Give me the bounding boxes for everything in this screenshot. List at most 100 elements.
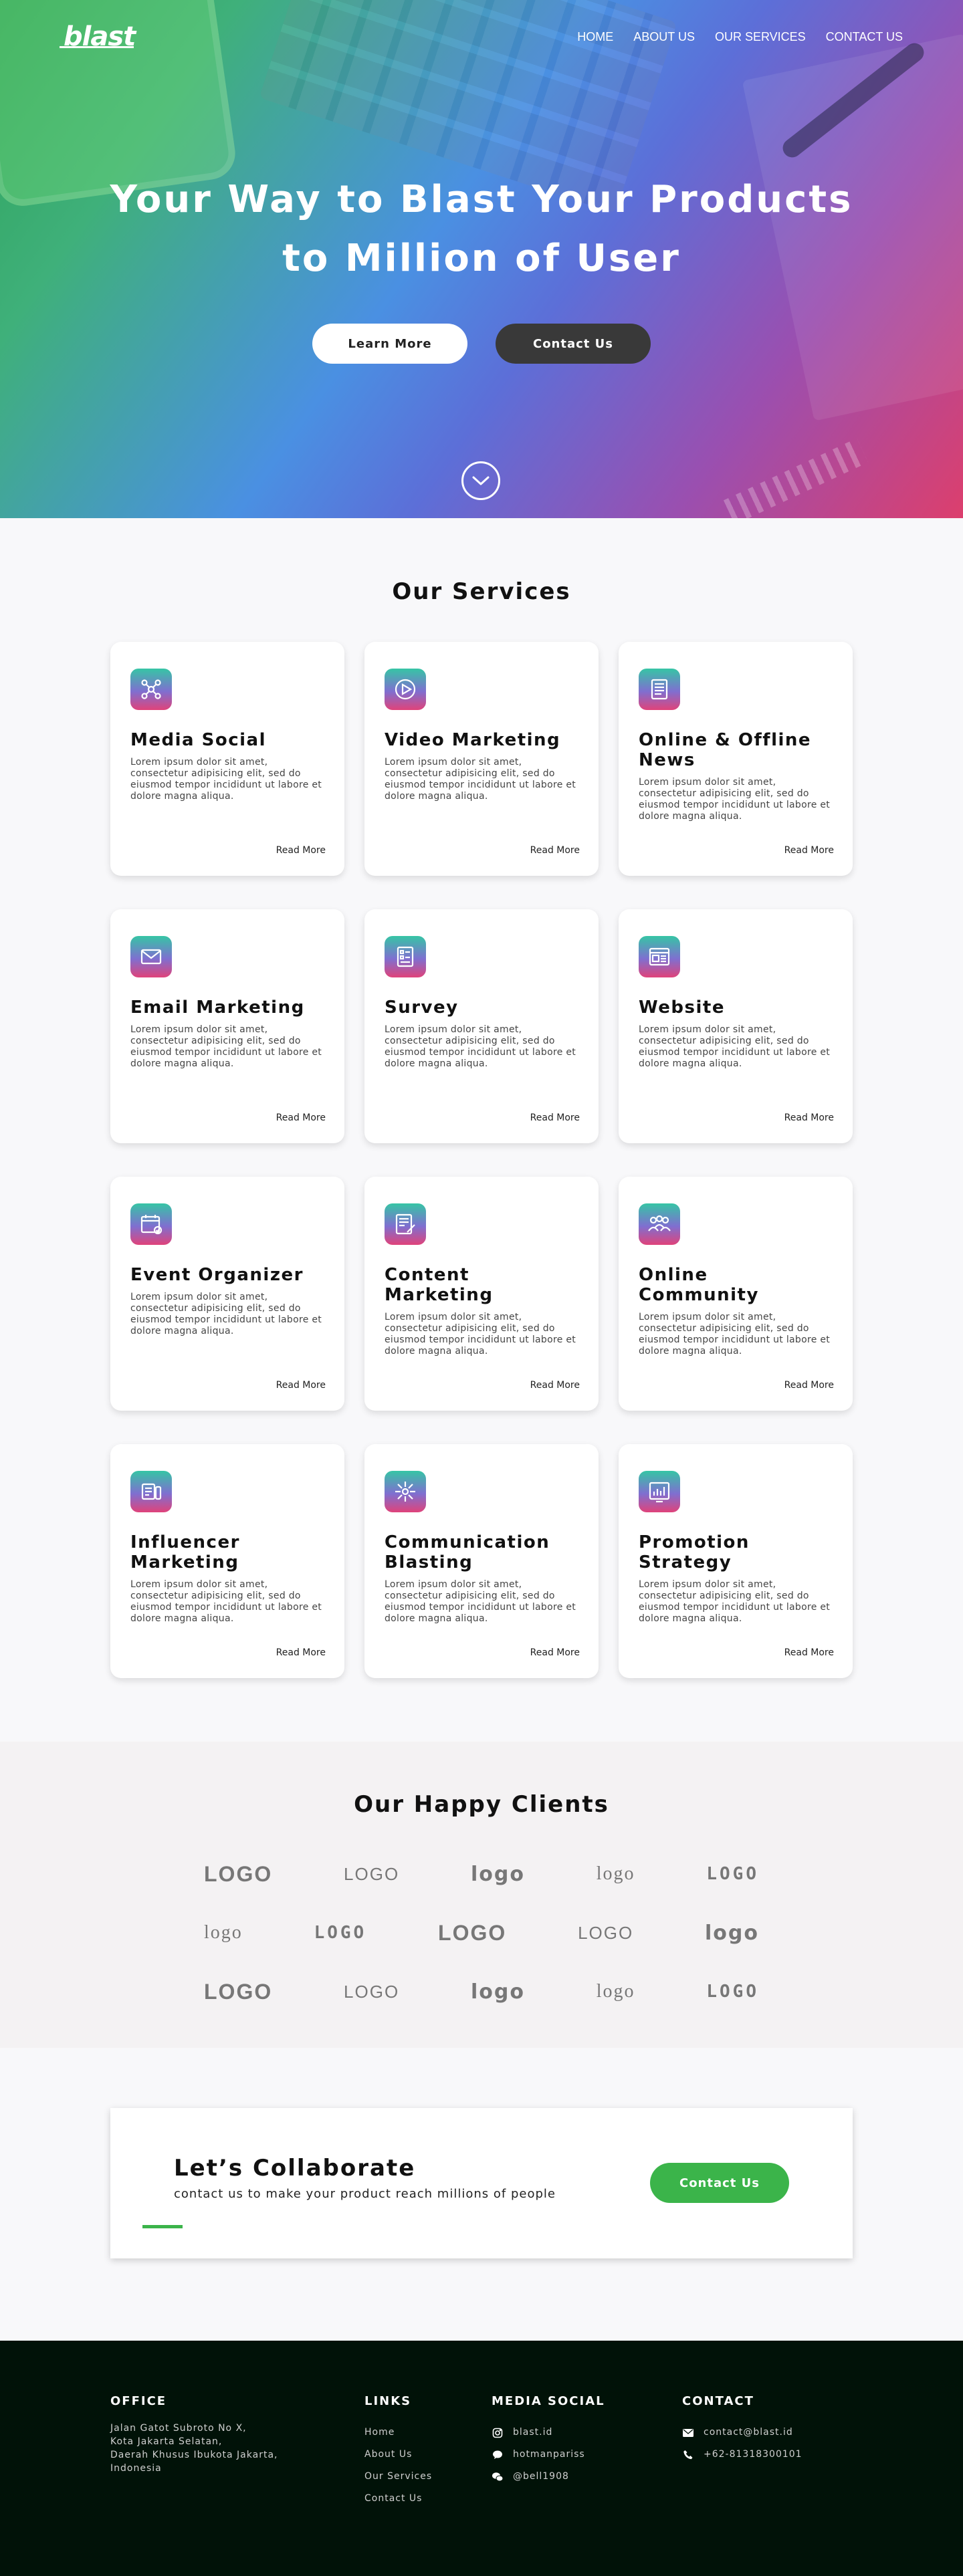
footer-heading: OFFICE	[110, 2394, 167, 2408]
service-title: Survey	[385, 998, 459, 1018]
read-more-link[interactable]: Read More	[530, 1647, 580, 1658]
footer-link-our-services[interactable]: Our Services	[364, 2466, 432, 2488]
nav-menu: HOME ABOUT US OUR SERVICES CONTACT US	[577, 30, 903, 44]
services-grid: Media Social Lorem ipsum dolor sit amet,…	[110, 642, 853, 1678]
survey-form-icon	[385, 936, 426, 977]
service-description: Lorem ipsum dolor sit amet, consectetur …	[639, 777, 831, 822]
service-description: Lorem ipsum dolor sit amet, consectetur …	[639, 1579, 831, 1624]
service-card-survey[interactable]: Survey Lorem ipsum dolor sit amet, conse…	[364, 909, 599, 1143]
hero-title: Your Way to Blast Your Products to Milli…	[0, 170, 963, 288]
address-line: Daerah Khusus Ibukota Jakarta,	[110, 2450, 278, 2460]
read-more-link[interactable]: Read More	[784, 845, 834, 856]
read-more-link[interactable]: Read More	[276, 1113, 326, 1123]
accent-divider	[142, 2225, 183, 2228]
service-card-website[interactable]: Website Lorem ipsum dolor sit amet, cons…	[619, 909, 853, 1143]
news-icon	[639, 669, 680, 710]
social-item-instagram[interactable]: blast.id	[492, 2422, 605, 2444]
clients-title: Our Happy Clients	[354, 1791, 609, 1818]
client-logo: logo	[596, 1981, 635, 2002]
service-card-video-marketing[interactable]: Video Marketing Lorem ipsum dolor sit am…	[364, 642, 599, 876]
client-logo: logo	[705, 1921, 759, 1945]
services-section: Our Services Media Social Lorem ipsum do…	[0, 518, 963, 1742]
learn-more-button[interactable]: Learn More	[312, 324, 467, 364]
service-description: Lorem ipsum dolor sit amet, consectetur …	[130, 1292, 322, 1336]
contact-us-button[interactable]: Contact Us	[496, 324, 651, 364]
mail-icon	[682, 2427, 694, 2439]
contact-email-text: contact@blast.id	[704, 2427, 793, 2438]
read-more-link[interactable]: Read More	[530, 1380, 580, 1391]
client-logos: LOGO LOGO logo logo LOGO logo LOGO LOGO …	[204, 1845, 759, 2021]
services-title: Our Services	[392, 578, 571, 605]
service-card-communication-blasting[interactable]: Communication Blasting Lorem ipsum dolor…	[364, 1444, 599, 1678]
service-title: Online & Offline News	[639, 730, 812, 770]
clients-section: Our Happy Clients LOGO LOGO logo logo LO…	[0, 1742, 963, 2048]
footer-link-home[interactable]: Home	[364, 2422, 432, 2444]
nav-item-about-us[interactable]: ABOUT US	[633, 30, 695, 44]
service-description: Lorem ipsum dolor sit amet, consectetur …	[385, 1024, 576, 1069]
chart-board-icon	[639, 1471, 680, 1512]
address-line: Indonesia	[110, 2463, 162, 2474]
read-more-link[interactable]: Read More	[530, 1113, 580, 1123]
service-title: Video Marketing	[385, 730, 561, 750]
read-more-link[interactable]: Read More	[784, 1380, 834, 1391]
service-description: Lorem ipsum dolor sit amet, consectetur …	[639, 1024, 831, 1069]
read-more-link[interactable]: Read More	[276, 845, 326, 856]
footer-contact: CONTACT contact@blast.id +62-81318300101	[682, 2394, 802, 2466]
nav-item-our-services[interactable]: OUR SERVICES	[715, 30, 806, 44]
collaborate-section: Let’s Collaborate contact us to make you…	[0, 2048, 963, 2341]
social-handle: @bell1908	[513, 2471, 569, 2482]
social-item-wechat[interactable]: @bell1908	[492, 2466, 605, 2488]
contact-email[interactable]: contact@blast.id	[682, 2422, 802, 2444]
service-title: Communication Blasting	[385, 1532, 550, 1572]
collaborate-contact-button[interactable]: Contact Us	[650, 2163, 789, 2203]
read-more-link[interactable]: Read More	[784, 1647, 834, 1658]
client-logo: LOGO	[706, 1864, 759, 1884]
service-card-online-community[interactable]: Online Community Lorem ipsum dolor sit a…	[619, 1177, 853, 1411]
client-logo: LOGO	[344, 1863, 400, 1884]
service-card-promotion-strategy[interactable]: Promotion Strategy Lorem ipsum dolor sit…	[619, 1444, 853, 1678]
read-more-link[interactable]: Read More	[530, 845, 580, 856]
service-title: Event Organizer	[130, 1265, 304, 1285]
contact-phone-text: +62-81318300101	[704, 2449, 802, 2460]
service-description: Lorem ipsum dolor sit amet, consectetur …	[130, 757, 322, 802]
wechat-icon	[492, 2471, 504, 2483]
service-card-event-organizer[interactable]: Event Organizer Lorem ipsum dolor sit am…	[110, 1177, 344, 1411]
chevron-down-icon[interactable]	[461, 461, 500, 500]
client-logo: logo	[596, 1863, 635, 1884]
service-card-influencer-marketing[interactable]: Influencer Marketing Lorem ipsum dolor s…	[110, 1444, 344, 1678]
client-logo: logo	[204, 1922, 243, 1943]
website-icon	[639, 936, 680, 977]
client-logo-row: LOGO LOGO logo logo LOGO	[204, 1962, 759, 2021]
client-logo-row: LOGO LOGO logo logo LOGO	[204, 1845, 759, 1903]
brand-logo[interactable]: blast	[59, 21, 136, 52]
service-card-media-social[interactable]: Media Social Lorem ipsum dolor sit amet,…	[110, 642, 344, 876]
footer-office: OFFICE Jalan Gatot Subroto No X, Kota Ja…	[110, 2394, 311, 2475]
service-description: Lorem ipsum dolor sit amet, consectetur …	[130, 1024, 322, 1069]
client-logo: LOGO	[578, 1922, 634, 1943]
read-more-link[interactable]: Read More	[784, 1113, 834, 1123]
hero-background-cable	[723, 438, 869, 518]
read-more-link[interactable]: Read More	[276, 1647, 326, 1658]
service-title: Email Marketing	[130, 998, 305, 1018]
client-logo: LOGO	[204, 1979, 273, 2004]
contact-phone[interactable]: +62-81318300101	[682, 2444, 802, 2466]
collaborate-subtitle: contact us to make your product reach mi…	[174, 2187, 556, 2201]
footer-social: MEDIA SOCIAL blast.id hotmanpariss @bell…	[492, 2394, 605, 2488]
nav-item-contact-us[interactable]: CONTACT US	[826, 30, 903, 44]
social-item-line[interactable]: hotmanpariss	[492, 2444, 605, 2466]
office-address: Jalan Gatot Subroto No X, Kota Jakarta S…	[110, 2422, 311, 2475]
nav-item-home[interactable]: HOME	[577, 30, 613, 44]
client-logo: LOGO	[706, 1982, 759, 2002]
calendar-check-icon	[130, 1203, 172, 1245]
service-description: Lorem ipsum dolor sit amet, consectetur …	[385, 1579, 576, 1624]
envelope-icon	[130, 936, 172, 977]
footer-link-contact-us[interactable]: Contact Us	[364, 2488, 432, 2510]
service-card-content-marketing[interactable]: Content Marketing Lorem ipsum dolor sit …	[364, 1177, 599, 1411]
instagram-icon	[492, 2427, 504, 2439]
client-logo: LOGO	[314, 1923, 367, 1943]
service-card-email-marketing[interactable]: Email Marketing Lorem ipsum dolor sit am…	[110, 909, 344, 1143]
read-more-link[interactable]: Read More	[276, 1380, 326, 1391]
footer-link-about-us[interactable]: About Us	[364, 2444, 432, 2466]
hero-section: blast HOME ABOUT US OUR SERVICES CONTACT…	[0, 0, 963, 518]
service-card-online-offline-news[interactable]: Online & Offline News Lorem ipsum dolor …	[619, 642, 853, 876]
